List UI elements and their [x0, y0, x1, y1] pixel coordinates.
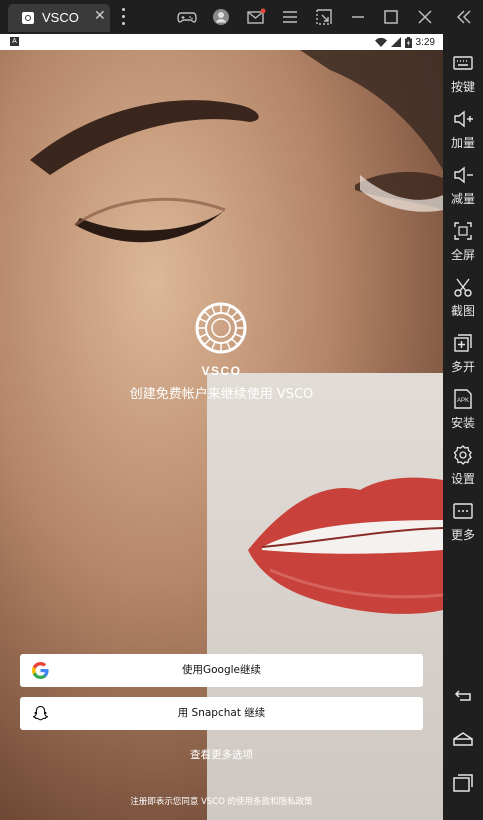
sidebar-label: 多开 [450, 360, 475, 374]
signal-icon [390, 37, 401, 47]
more-options-link[interactable]: 查看更多选项 [0, 747, 443, 762]
maximize-icon[interactable] [381, 7, 401, 27]
sidebar-label: 安装 [450, 416, 475, 430]
app-tab[interactable]: VSCO ✕ [8, 4, 110, 32]
sidebar-label: 截图 [450, 304, 475, 318]
sidebar-item-multi-instance[interactable]: 多开 [443, 332, 483, 384]
sidebar-item-keymap[interactable]: 按键 [443, 52, 483, 104]
sidebar-label: 更多 [450, 528, 475, 542]
emulator-sidebar: 按键 加量 减量 全屏 截图 多开 APK 安装 设置 更多 [443, 34, 483, 820]
more-icon [453, 503, 473, 519]
volume-up-icon [454, 110, 473, 128]
sidebar-item-screenshot[interactable]: 截图 [443, 276, 483, 328]
recents-icon[interactable] [452, 772, 474, 794]
wifi-icon [374, 37, 387, 47]
svg-text:APK: APK [457, 398, 469, 404]
notification-icon: A [10, 37, 19, 46]
tab-menu-icon[interactable] [118, 6, 128, 28]
shrink-window-icon[interactable] [314, 7, 334, 27]
vsco-login-screen: VSCO 创建免费帐户来继续使用 VSCO 使用Google继续 用 Snapc… [0, 50, 443, 820]
sidebar-label: 全屏 [450, 248, 475, 262]
home-icon[interactable] [452, 728, 474, 750]
continue-with-google-button[interactable]: 使用Google继续 [20, 654, 423, 687]
multi-instance-icon [454, 334, 472, 352]
sidebar-item-install-apk[interactable]: APK 安装 [443, 388, 483, 440]
back-icon[interactable] [452, 684, 474, 706]
account-icon[interactable] [211, 7, 231, 27]
signup-headline: 创建免费帐户来继续使用 VSCO [129, 387, 314, 402]
battery-icon [404, 36, 412, 48]
sidebar-label: 减量 [450, 192, 475, 206]
continue-with-snapchat-button[interactable]: 用 Snapchat 继续 [20, 697, 423, 730]
close-tab-icon[interactable]: ✕ [94, 8, 106, 24]
emulator-title-bar: VSCO ✕ [0, 0, 483, 34]
hamburger-menu-icon[interactable] [280, 7, 300, 27]
snapchat-button-label: 用 Snapchat 继续 [177, 707, 266, 719]
sidebar-item-volume-up[interactable]: 加量 [443, 108, 483, 160]
tab-title: VSCO [42, 10, 79, 25]
gamepad-icon[interactable] [177, 7, 197, 27]
fullscreen-icon [454, 222, 472, 240]
scissors-icon [454, 278, 472, 297]
sidebar-item-volume-down[interactable]: 减量 [443, 164, 483, 216]
clock: 3:29 [415, 36, 435, 48]
close-window-icon[interactable] [415, 7, 435, 27]
sidebar-item-settings[interactable]: 设置 [443, 444, 483, 496]
sidebar-item-more[interactable]: 更多 [443, 500, 483, 552]
sidebar-label: 加量 [450, 136, 475, 150]
mail-icon[interactable] [246, 7, 266, 27]
apk-icon: APK [454, 389, 472, 409]
terms-notice[interactable]: 注册即表示您同意 VSCO 的使用条款和隐私政策 [0, 795, 443, 807]
sidebar-label: 按键 [450, 80, 475, 94]
google-button-label: 使用Google继续 [181, 664, 262, 676]
gear-icon [453, 445, 472, 465]
collapse-sidebar-icon[interactable] [454, 7, 474, 27]
vsco-logo-icon [195, 302, 247, 354]
brand-name: VSCO [201, 364, 242, 378]
sidebar-item-fullscreen[interactable]: 全屏 [443, 220, 483, 272]
keyboard-icon [453, 56, 473, 70]
vsco-tab-icon [22, 12, 34, 24]
minimize-icon[interactable] [348, 7, 368, 27]
sidebar-label: 设置 [450, 472, 475, 486]
android-status-bar: A 3:29 [0, 34, 443, 50]
volume-down-icon [454, 166, 473, 184]
